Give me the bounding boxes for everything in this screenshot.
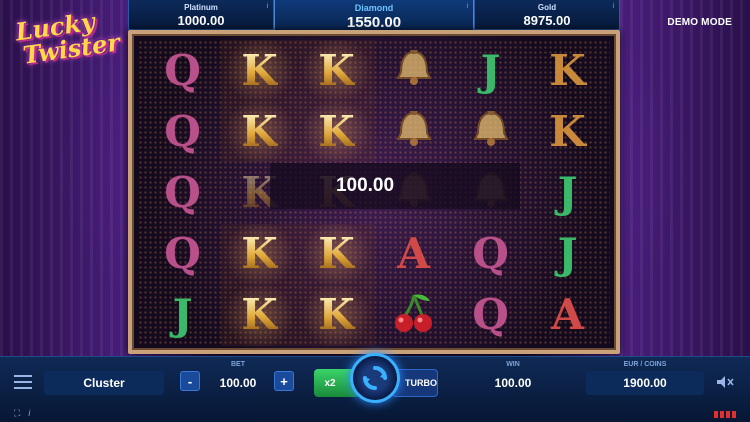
reel-cell: J bbox=[452, 40, 529, 101]
win-amount-text: 100.00 bbox=[335, 175, 395, 196]
menu-icon[interactable] bbox=[14, 375, 32, 389]
symbol-q: Q bbox=[164, 106, 201, 156]
symbol-k: K bbox=[241, 45, 278, 95]
reel-cell: J bbox=[529, 162, 606, 223]
reel-cell: K bbox=[298, 40, 375, 102]
symbol-k: K bbox=[241, 229, 278, 279]
info-icon[interactable]: i bbox=[28, 408, 30, 419]
win-label: WIN bbox=[506, 361, 520, 368]
jackpot-value: 1550.00 bbox=[346, 14, 402, 31]
reel-cell: K bbox=[221, 40, 298, 102]
bet-increase-button[interactable]: + bbox=[274, 371, 294, 391]
coins-value[interactable]: 1900.00 bbox=[586, 371, 704, 395]
win-amount-overlay: 100.00 bbox=[270, 163, 520, 209]
reel-cell: Q bbox=[452, 285, 529, 346]
info-icon[interactable]: i bbox=[466, 3, 468, 10]
symbol-k: K bbox=[549, 106, 586, 156]
symbol-a: A bbox=[397, 229, 430, 279]
symbol-q: Q bbox=[472, 229, 509, 279]
jackpot-name: Diamond bbox=[354, 3, 394, 13]
reel-cell: K bbox=[221, 223, 298, 285]
reel-cell bbox=[375, 40, 452, 101]
symbol-k: K bbox=[241, 290, 278, 340]
symbol-q: Q bbox=[164, 45, 201, 95]
control-bar: Cluster BET - 100.00 + x2 TURBO WIN 100.… bbox=[0, 353, 750, 422]
jackpot-platinum: Platinum 1000.00 i bbox=[128, 0, 274, 30]
jackpot-name: Platinum bbox=[184, 3, 218, 12]
reel-cell: K bbox=[529, 101, 606, 162]
reel-cell: K bbox=[221, 101, 298, 163]
bell-icon bbox=[469, 107, 513, 156]
info-icon[interactable]: i bbox=[612, 3, 614, 10]
jackpot-bar: Platinum 1000.00 i Diamond 1550.00 i Gol… bbox=[128, 0, 620, 36]
symbol-j: J bbox=[480, 45, 501, 95]
symbol-j: J bbox=[557, 229, 578, 279]
symbol-k: K bbox=[241, 106, 278, 156]
provider-logo bbox=[714, 411, 736, 418]
symbol-k: K bbox=[318, 45, 355, 95]
reel-cell: J bbox=[144, 285, 221, 346]
reel-cell bbox=[375, 285, 452, 346]
reel-cell: Q bbox=[144, 224, 221, 285]
reel-cell: K bbox=[298, 101, 375, 163]
jackpot-value: 1000.00 bbox=[177, 13, 225, 28]
reel-cell: Q bbox=[144, 101, 221, 162]
symbol-k: K bbox=[549, 45, 586, 95]
reel-cell: K bbox=[298, 223, 375, 285]
background-stripes-right bbox=[610, 0, 750, 362]
jackpot-name: Gold bbox=[537, 3, 557, 12]
symbol-k: K bbox=[318, 229, 355, 279]
demo-mode-label: DEMO MODE bbox=[667, 17, 732, 28]
bell-icon bbox=[392, 46, 436, 95]
reel-cell: A bbox=[375, 224, 452, 285]
reel-cell: K bbox=[529, 40, 606, 101]
game-logo: Lucky Twister bbox=[14, 7, 122, 82]
spin-icon bbox=[363, 366, 387, 390]
reel-cell: Q bbox=[144, 162, 221, 223]
jackpot-value: 8975.00 bbox=[523, 13, 571, 28]
mute-icon[interactable] bbox=[716, 375, 734, 389]
mode-selector[interactable]: Cluster bbox=[44, 371, 164, 395]
reel-cell: A bbox=[529, 285, 606, 346]
coins-label: EUR / COINS bbox=[623, 361, 667, 368]
bell-icon bbox=[392, 107, 436, 156]
fullscreen-icon[interactable]: ⛶ bbox=[14, 408, 20, 419]
turbo-label: TURBO bbox=[405, 378, 437, 388]
reel-cell bbox=[375, 101, 452, 162]
symbol-k: K bbox=[318, 290, 355, 340]
symbol-q: Q bbox=[164, 167, 201, 217]
symbol-a: A bbox=[551, 290, 584, 340]
spin-button[interactable] bbox=[350, 353, 400, 403]
reel-cell: J bbox=[529, 224, 606, 285]
reel-cell: Q bbox=[144, 40, 221, 101]
cherry-icon bbox=[390, 289, 438, 342]
reel-cell bbox=[452, 101, 529, 162]
multiplier-label: x2 bbox=[324, 377, 336, 389]
reel-cell: K bbox=[298, 284, 375, 346]
reel-cell: K bbox=[221, 284, 298, 346]
bet-decrease-button[interactable]: - bbox=[180, 371, 200, 391]
win-value: 100.00 bbox=[494, 376, 532, 390]
jackpot-gold: Gold 8975.00 i bbox=[474, 0, 620, 30]
info-icon[interactable]: i bbox=[266, 3, 268, 10]
symbol-j: J bbox=[557, 167, 578, 217]
bet-label: BET bbox=[231, 361, 245, 368]
symbol-j: J bbox=[172, 290, 193, 340]
bet-value: 100.00 bbox=[219, 376, 257, 390]
symbol-k: K bbox=[318, 106, 355, 156]
symbol-q: Q bbox=[472, 290, 509, 340]
symbol-q: Q bbox=[164, 229, 201, 279]
reel-cell: Q bbox=[452, 224, 529, 285]
